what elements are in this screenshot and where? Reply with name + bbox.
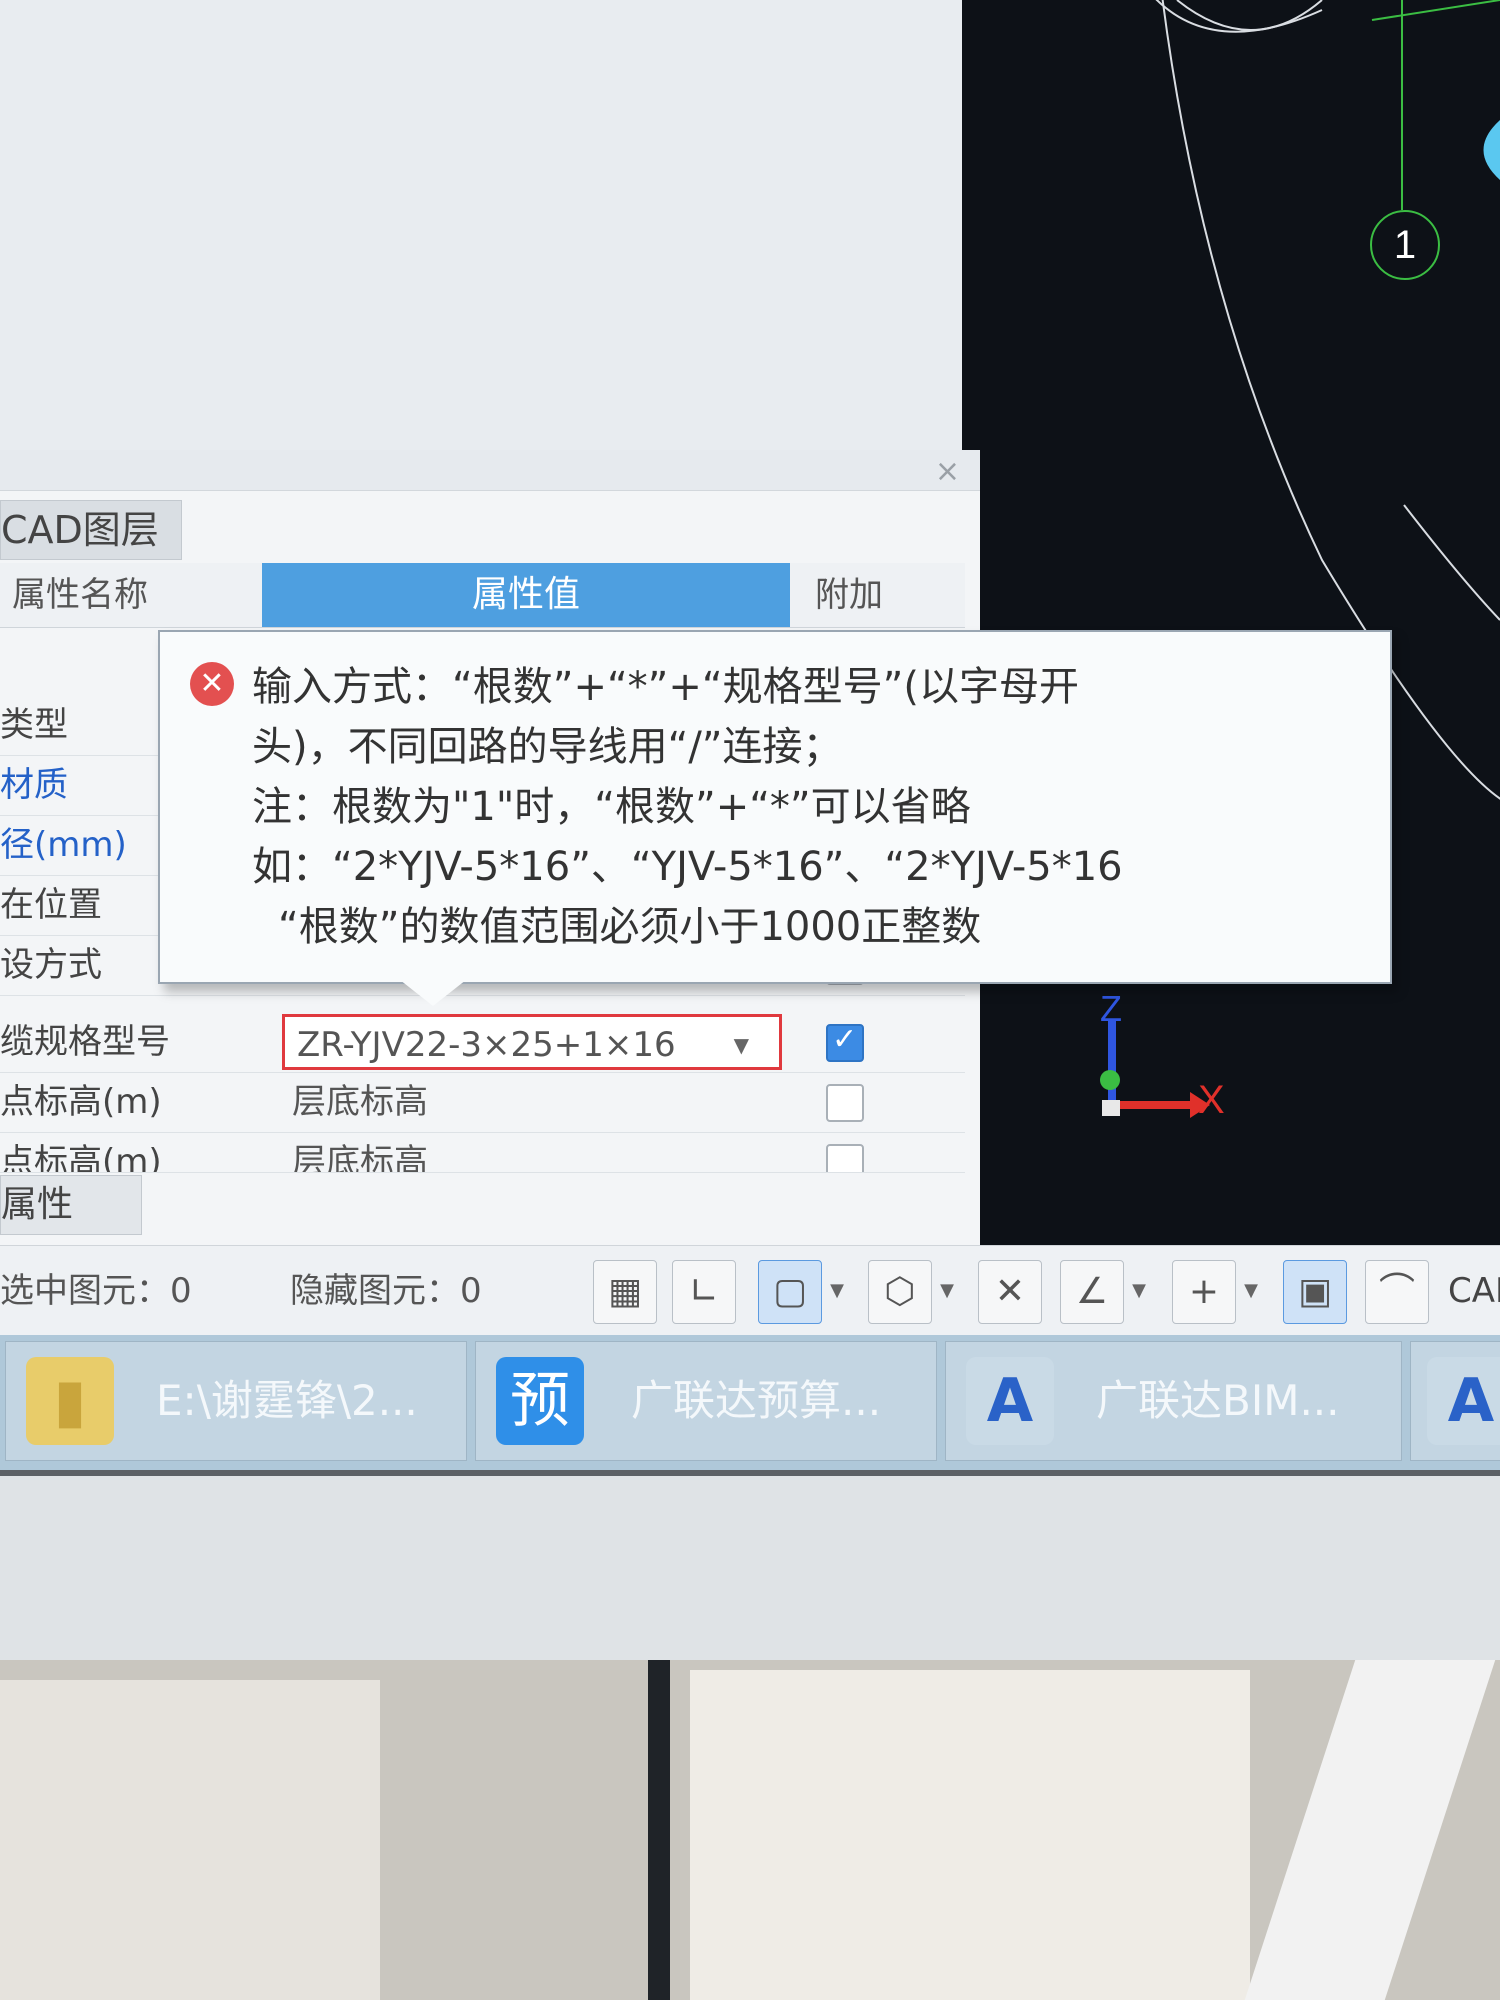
error-icon: ✕ xyxy=(190,662,234,706)
taskbar-item-budget[interactable]: 预 广联达预算... xyxy=(475,1341,937,1461)
property-name: 材质 xyxy=(0,765,68,805)
property-name: 径(mm) xyxy=(0,825,127,865)
table-row[interactable]: 点标高(m) 层底标高 xyxy=(0,1072,965,1133)
angle-icon[interactable]: ∠ xyxy=(1060,1260,1124,1324)
tooltip-line: 如：“2*YJV-5*16”、“YJV-5*16”、“2*YJV-5*16 xyxy=(252,844,1123,890)
cable-spec-value: ZR-YJV22-3×25+1×16 xyxy=(297,1025,676,1065)
tooltip-line: 注：根数为"1"时，“根数”+“*”可以省略 xyxy=(252,784,971,830)
display-icon[interactable]: ▣ xyxy=(1283,1260,1347,1324)
property-name: 点标高(m) xyxy=(0,1082,162,1122)
taskbar-item-bim[interactable]: A 广联达BIM... xyxy=(945,1341,1402,1461)
panel-title-bar: × xyxy=(0,450,980,491)
arc-icon[interactable]: ⌒ xyxy=(1365,1260,1429,1324)
tooltip-line: “根数”的数值范围必须小于1000正整数 xyxy=(278,904,982,950)
extra-checkbox[interactable] xyxy=(826,1144,864,1172)
property-name: 在位置 xyxy=(0,885,102,925)
tab-cad-layer[interactable]: CAD图层 xyxy=(0,500,182,560)
column-header-value[interactable]: 属性值 xyxy=(262,563,790,627)
property-name: 设方式 xyxy=(0,945,102,985)
property-value[interactable]: 层底标高 xyxy=(292,1132,428,1172)
taskbar-label: 广联达BIM... xyxy=(1096,1376,1340,1425)
paper-document xyxy=(0,1680,380,2000)
snap-plus-icon[interactable]: + xyxy=(1172,1260,1236,1324)
taskbar-item-folder[interactable]: ▮ E:\谢霆锋\2... xyxy=(5,1341,467,1461)
taskbar-item-partial[interactable]: A xyxy=(1410,1341,1500,1461)
cube-icon[interactable]: ⬡ xyxy=(868,1260,932,1324)
property-name: 类型 xyxy=(0,705,68,745)
blank-workspace xyxy=(0,0,980,450)
table-row[interactable]: 点标高(m) 层底标高 xyxy=(0,1132,965,1173)
tooltip-line: 输入方式：“根数”+“*”+“规格型号”(以字母开 xyxy=(252,664,1079,710)
taskbar-label: E:\谢霆锋\2... xyxy=(156,1376,418,1425)
axis-marker: 1 xyxy=(1370,210,1440,280)
ortho-icon[interactable]: ∟ xyxy=(672,1260,736,1324)
validation-tooltip: ✕ 输入方式：“根数”+“*”+“规格型号”(以字母开 头)，不同回路的导线用“… xyxy=(158,630,1392,984)
folder-icon: ▮ xyxy=(26,1357,114,1445)
grid-select-icon[interactable]: ▦ xyxy=(593,1260,657,1324)
extra-checkbox[interactable] xyxy=(826,1084,864,1122)
status-bar: 选中图元：0 隐藏图元：0 ▦ ∟ ▢ ▼ ⬡ ▼ ✕ ∠ ▼ + ▼ ▣ ⌒ … xyxy=(0,1245,1500,1336)
selected-count: 选中图元：0 xyxy=(0,1271,192,1311)
taskbar-label: 广联达预算... xyxy=(631,1376,882,1425)
cable xyxy=(648,1660,670,2000)
column-header-extra[interactable]: 附加 xyxy=(815,563,883,627)
cable-spec-input[interactable]: ZR-YJV22-3×25+1×16 ▼ xyxy=(282,1014,782,1070)
taskbar: ▮ E:\谢霆锋\2... 预 广联达预算... A 广联达BIM... A xyxy=(0,1335,1500,1470)
chevron-down-icon[interactable]: ▼ xyxy=(825,1260,849,1322)
tooltip-pointer xyxy=(395,976,471,1006)
property-name: 点标高(m) xyxy=(0,1142,162,1173)
bim-app-icon: A xyxy=(966,1357,1054,1445)
property-table-header: 属性名称 属性值 附加 xyxy=(0,563,965,628)
budget-app-icon: 预 xyxy=(496,1357,584,1445)
cad-label: CAD xyxy=(1448,1271,1500,1311)
cross-icon[interactable]: ✕ xyxy=(978,1260,1042,1324)
cad-drawing-view[interactable] xyxy=(962,0,1500,1245)
property-value[interactable]: 层底标高 xyxy=(292,1072,428,1132)
chevron-down-icon[interactable]: ▼ xyxy=(935,1260,959,1322)
extra-checkbox-checked[interactable] xyxy=(826,1022,864,1062)
chevron-down-icon[interactable]: ▼ xyxy=(1239,1260,1263,1322)
hidden-count: 隐藏图元：0 xyxy=(290,1271,482,1311)
application-window: 1 Z X × CAD图层 属性名称 属性值 附加 类型 材质 径(mm) 在位… xyxy=(0,0,1500,1470)
paper-document xyxy=(690,1670,1250,2000)
tooltip-line: 头)，不同回路的导线用“/”连接； xyxy=(252,724,843,770)
chevron-down-icon[interactable]: ▼ xyxy=(734,1017,749,1067)
cad-drawing-lines xyxy=(1100,0,1500,1118)
property-name: 缆规格型号 xyxy=(0,1022,170,1062)
monitor-edge xyxy=(0,1470,1500,1476)
monitor-bezel xyxy=(0,1470,1500,1660)
close-icon[interactable]: × xyxy=(935,454,960,489)
rectangle-select-icon[interactable]: ▢ xyxy=(758,1260,822,1324)
chevron-down-icon[interactable]: ▼ xyxy=(1127,1260,1151,1322)
column-header-name[interactable]: 属性名称 xyxy=(12,563,148,627)
bim-app-icon: A xyxy=(1427,1357,1500,1445)
tab-properties[interactable]: 属性 xyxy=(0,1175,142,1235)
z-axis-label: Z xyxy=(1100,988,1122,1029)
x-axis-label: X xyxy=(1198,1078,1225,1122)
